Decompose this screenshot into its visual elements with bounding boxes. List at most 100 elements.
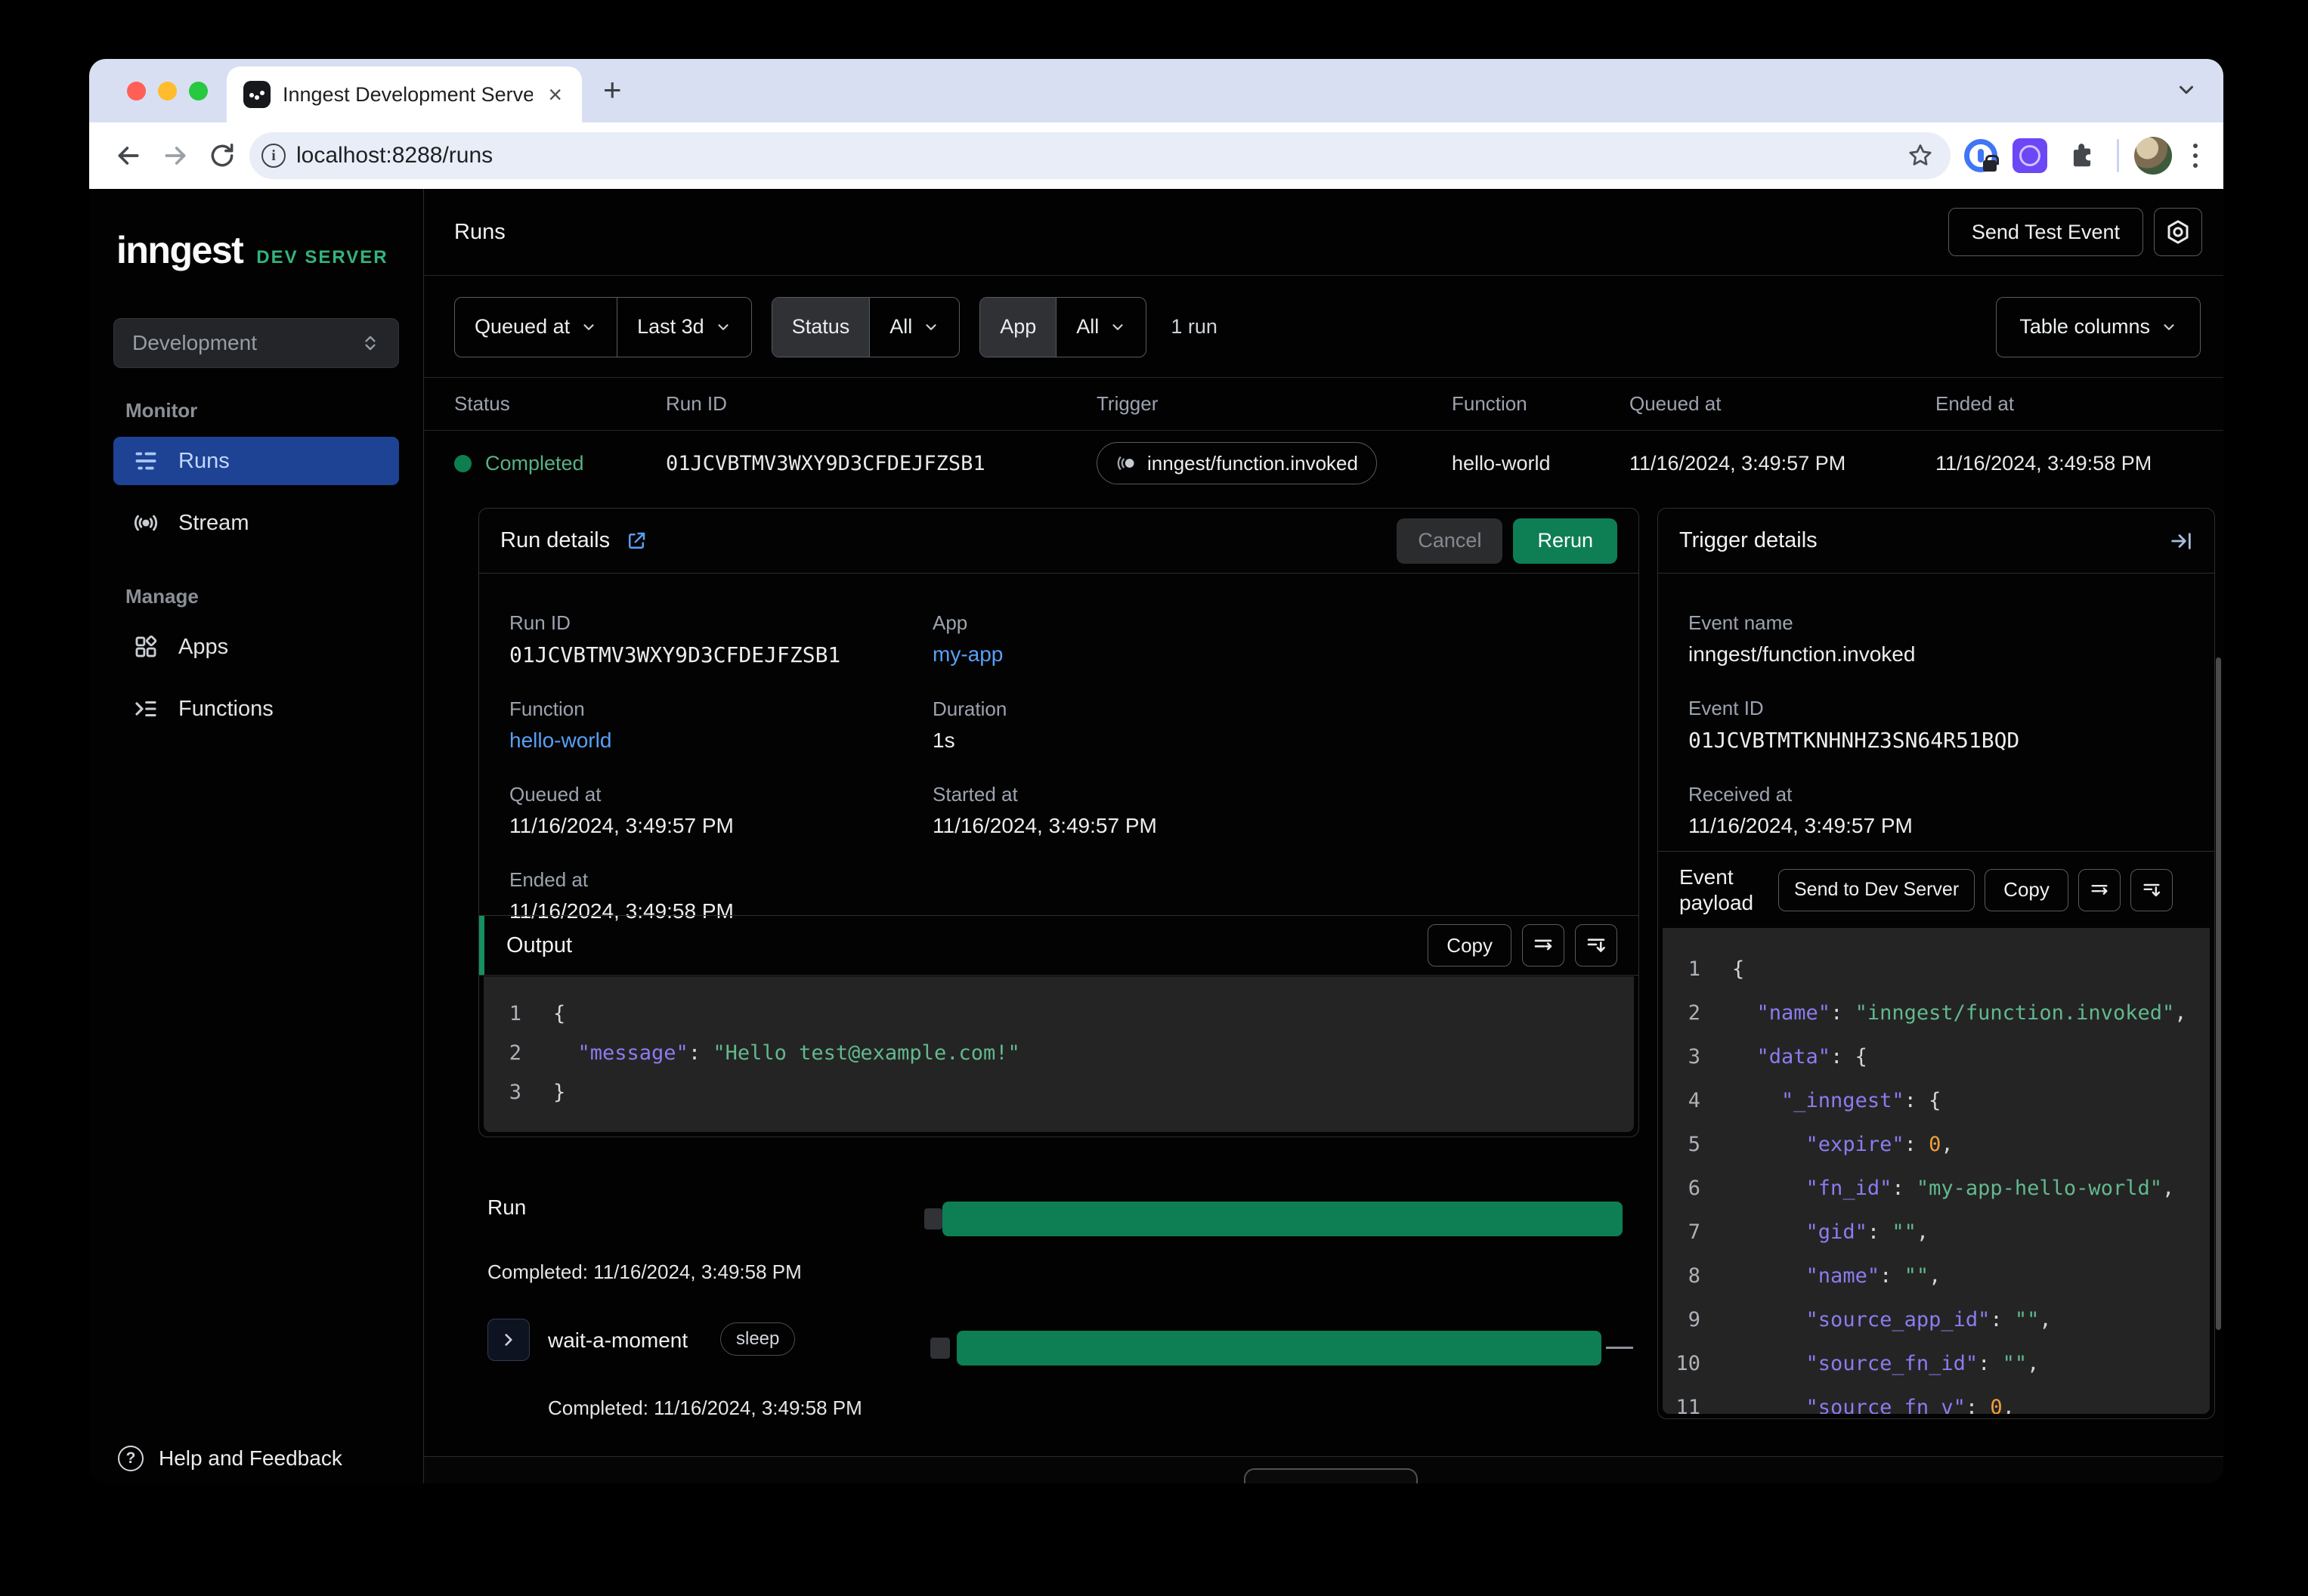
chevron-down-icon — [923, 319, 939, 336]
tab-search-chevron-icon[interactable] — [2175, 79, 2198, 101]
extensions-puzzle-icon[interactable] — [2062, 136, 2102, 175]
function-cell: hello-world — [1452, 451, 1551, 475]
tab-close-icon[interactable]: × — [545, 82, 565, 107]
environment-value: Development — [132, 331, 257, 354]
event-payload-code[interactable]: 1{2 "name": "inngest/function.invoked", 3… — [1663, 928, 2210, 1414]
browser-tab-bar: Inngest Development Server × + — [89, 59, 2223, 122]
time-field-select[interactable]: Queued at — [455, 298, 617, 357]
sidebar-item-runs[interactable]: Runs — [113, 437, 399, 485]
column-header[interactable]: Queued at — [1629, 392, 1935, 416]
run-progress-bar[interactable] — [942, 1202, 1623, 1236]
column-header[interactable]: Trigger — [1097, 392, 1452, 416]
column-header[interactable]: Ended at — [1935, 392, 2223, 416]
app-filter: App All — [979, 296, 1147, 357]
output-title: Output — [506, 933, 573, 957]
timeline-run-label: Run — [487, 1195, 527, 1219]
app-filter-select[interactable]: All — [1056, 297, 1146, 357]
run-details-panel: Run details Cancel Rerun Run ID 01JCVBTM… — [478, 508, 1639, 1137]
time-range-select[interactable]: Last 3d — [617, 297, 751, 357]
page-title: Runs — [454, 219, 506, 244]
back-button[interactable] — [109, 136, 148, 175]
step-name[interactable]: wait-a-moment — [548, 1328, 688, 1353]
run-details-title: Run details — [500, 528, 611, 552]
send-to-dev-server-button[interactable]: Send to Dev Server — [1778, 868, 1975, 911]
table-columns-button[interactable]: Table columns — [1996, 296, 2201, 357]
extension-icon[interactable] — [2013, 138, 2047, 173]
app-filter-value: All — [1076, 315, 1100, 338]
run-status: Completed — [485, 451, 584, 475]
settings-gear-icon — [2164, 218, 2192, 246]
external-link-icon[interactable] — [625, 530, 648, 552]
scrollbar-thumb[interactable] — [2216, 657, 2221, 1330]
help-label: Help and Feedback — [159, 1446, 342, 1470]
sidebar-item-label: Apps — [178, 634, 229, 659]
browser-tab[interactable]: Inngest Development Server × — [227, 66, 582, 122]
payload-scroll-bottom-button[interactable] — [2130, 868, 2173, 911]
window-controls[interactable] — [127, 82, 208, 101]
close-window-button[interactable] — [127, 82, 146, 101]
toolbar-extensions — [1958, 136, 2204, 175]
scroll-to-bottom-button[interactable] — [1575, 924, 1617, 967]
inngest-logo: inngest — [116, 229, 244, 271]
time-filter: Queued at Last 3d — [454, 296, 752, 357]
step-progress-bar[interactable] — [957, 1331, 1601, 1366]
minimize-window-button[interactable] — [158, 82, 177, 101]
functions-icon — [133, 696, 159, 722]
url-bar[interactable]: i localhost:8288/runs — [249, 132, 1951, 179]
settings-button[interactable] — [2154, 208, 2202, 256]
collapse-panel-icon[interactable] — [2169, 529, 2193, 553]
browser-menu-icon[interactable] — [2187, 144, 2204, 168]
chevron-down-icon — [715, 319, 732, 336]
copy-output-button[interactable]: Copy — [1428, 924, 1511, 967]
inngest-favicon-icon — [243, 81, 271, 108]
environment-select[interactable]: Development — [113, 318, 399, 368]
field-function: Function hello-world — [509, 697, 933, 753]
word-wrap-button[interactable] — [1522, 924, 1564, 967]
chevron-down-icon — [2161, 319, 2177, 336]
column-header[interactable]: Run ID — [666, 392, 1097, 416]
sidebar-item-apps[interactable]: Apps — [113, 623, 399, 671]
zoom-window-button[interactable] — [189, 82, 208, 101]
step-expand-button[interactable] — [487, 1319, 530, 1361]
function-link[interactable]: hello-world — [509, 728, 933, 753]
word-wrap-icon — [2089, 880, 2110, 901]
bookmark-star-icon[interactable] — [1901, 136, 1940, 175]
new-tab-button[interactable]: + — [603, 74, 622, 106]
app-filter-label: App — [980, 297, 1057, 357]
cancel-button[interactable]: Cancel — [1397, 518, 1503, 564]
run-id-cell: 01JCVBTMV3WXY9D3CFDEJFZSB1 — [666, 451, 985, 475]
payload-word-wrap-button[interactable] — [2078, 868, 2121, 911]
status-filter-label: Status — [772, 297, 870, 357]
browser-toolbar: i localhost:8288/runs — [89, 122, 2223, 189]
status-filter-select[interactable]: All — [869, 297, 959, 357]
forward-button[interactable] — [156, 136, 195, 175]
step-queue-segment — [930, 1338, 950, 1359]
sidebar-item-stream[interactable]: Stream — [113, 499, 399, 547]
profile-avatar[interactable] — [2134, 137, 2172, 175]
app-link[interactable]: my-app — [933, 642, 1608, 667]
rerun-button[interactable]: Rerun — [1513, 518, 1617, 564]
inngest-app: inngest DEV SERVER Development Monitor R… — [89, 189, 2223, 1483]
reload-button[interactable] — [203, 136, 242, 175]
help-icon: ? — [118, 1446, 144, 1471]
load-more-button[interactable] — [1244, 1468, 1418, 1483]
table-row[interactable]: Completed 01JCVBTMV3WXY9D3CFDEJFZSB1 inn… — [424, 431, 2223, 495]
trigger-details-title: Trigger details — [1679, 528, 1818, 552]
copy-payload-button[interactable]: Copy — [1985, 868, 2068, 911]
site-info-icon[interactable]: i — [261, 144, 286, 168]
output-code[interactable]: 1{2 "message": "Hello test@example.com!"… — [484, 976, 1634, 1132]
field-run-id: Run ID 01JCVBTMV3WXY9D3CFDEJFZSB1 — [509, 611, 841, 667]
column-header[interactable]: Function — [1452, 392, 1629, 416]
field-started-at: Started at 11/16/2024, 3:49:57 PM — [933, 783, 1157, 837]
password-manager-icon[interactable] — [1964, 139, 1999, 172]
trigger-pill[interactable]: inngest/function.invoked — [1097, 442, 1377, 484]
url-text[interactable]: localhost:8288/runs — [296, 143, 1890, 169]
send-test-event-button[interactable]: Send Test Event — [1948, 208, 2143, 256]
help-and-feedback[interactable]: ? Help and Feedback — [118, 1446, 342, 1471]
event-payload-label: Event payload — [1679, 865, 1754, 914]
sidebar-item-functions[interactable]: Functions — [113, 685, 399, 733]
sidebar-item-label: Stream — [178, 510, 249, 535]
status-filter-value: All — [889, 315, 913, 338]
column-header[interactable]: Status — [454, 392, 666, 416]
toolbar-divider — [2117, 139, 2119, 172]
